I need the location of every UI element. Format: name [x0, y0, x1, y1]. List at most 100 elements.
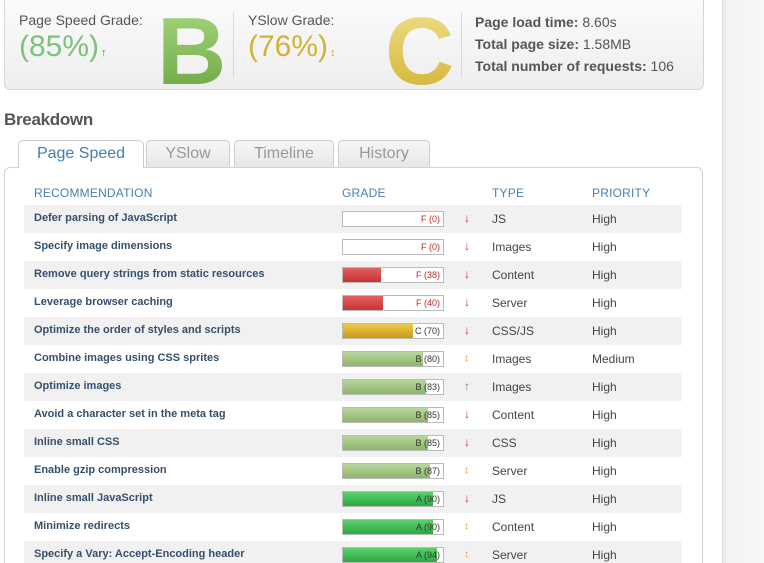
- grade-bar: A (94): [342, 547, 444, 563]
- priority-cell: Medium: [592, 352, 635, 366]
- grade-bar: F (40): [342, 295, 444, 311]
- recommendation-text[interactable]: Minimize redirects: [34, 520, 130, 532]
- grade-bar: B (85): [342, 407, 444, 423]
- stat-value: 1.58MB: [582, 36, 632, 52]
- grade-bar: A (90): [342, 519, 444, 535]
- priority-cell: High: [592, 436, 617, 450]
- column-header-priority[interactable]: PRIORITY: [592, 186, 650, 200]
- up-arrow-icon: ↑: [464, 379, 470, 393]
- priority-cell: High: [592, 380, 617, 394]
- grade-bar: F (38): [342, 267, 444, 283]
- grade-bar: B (80): [342, 351, 444, 367]
- grade-bar-fill: [343, 324, 413, 338]
- grade-label: F (0): [421, 242, 440, 252]
- stat-label: Total page size:: [475, 36, 579, 52]
- grade-label: F (40): [415, 298, 440, 308]
- up-down-arrow-icon: ↕: [464, 465, 469, 476]
- column-header-type[interactable]: TYPE: [492, 186, 524, 200]
- recommendation-text[interactable]: Optimize images: [34, 380, 121, 392]
- down-arrow-icon: ↓: [464, 267, 470, 281]
- table-row[interactable]: Specify image dimensions F (0) ↓ Images High: [24, 233, 682, 261]
- table-row[interactable]: Remove query strings from static resourc…: [24, 261, 682, 289]
- tab-timeline[interactable]: Timeline: [234, 140, 334, 167]
- column-header-recommendation[interactable]: RECOMMENDATION: [34, 186, 153, 200]
- breakdown-title: Breakdown: [4, 110, 93, 129]
- type-cell: Content: [492, 408, 535, 422]
- table-row[interactable]: Optimize the order of styles and scripts…: [24, 317, 682, 345]
- priority-cell: High: [592, 548, 617, 562]
- tab-history[interactable]: History: [338, 140, 430, 167]
- up-down-arrow-icon: ↕: [464, 549, 469, 560]
- type-cell: Images: [492, 380, 532, 394]
- grade-bar: F (0): [342, 239, 444, 255]
- pagespeed-grade-block: Page Speed Grade: (85%) ↑ B: [5, 0, 235, 100]
- table-row[interactable]: Inline small JavaScript A (90) ↓ JS High: [24, 485, 682, 513]
- stat-load-time: Page load time: 8.60s: [475, 14, 617, 30]
- yslow-percent-text: (76%): [248, 30, 329, 63]
- pagespeed-percent-text: (85%): [19, 30, 100, 63]
- grade-label: B (87): [415, 466, 440, 476]
- page-scroll-gutter: [722, 0, 764, 563]
- down-arrow-icon: ↓: [464, 407, 470, 421]
- grade-label: B (80): [415, 354, 440, 364]
- type-cell: CSS/JS: [492, 324, 535, 338]
- table-row[interactable]: Leverage browser caching F (40) ↓ Server Hig…: [24, 289, 682, 317]
- table-row[interactable]: Optimize images B (83) ↑ Images High: [24, 373, 682, 401]
- priority-cell: High: [592, 408, 617, 422]
- type-cell: JS: [492, 492, 507, 506]
- priority-cell: High: [592, 492, 617, 506]
- priority-cell: High: [592, 268, 617, 282]
- grade-bar-fill: [343, 296, 383, 310]
- pagespeed-grade-letter: B: [157, 0, 227, 105]
- table-row[interactable]: Specify a Vary: Accept-Encoding header A …: [24, 541, 682, 563]
- tab-yslow[interactable]: YSlow: [146, 140, 230, 167]
- pagespeed-grade-label: Page Speed Grade:: [19, 12, 143, 28]
- table-row[interactable]: Avoid a character set in the meta tag B (…: [24, 401, 682, 429]
- grade-bar: F (0): [342, 211, 444, 227]
- summary-divider: [461, 12, 462, 78]
- grade-label: F (38): [415, 270, 440, 280]
- recommendation-text[interactable]: Defer parsing of JavaScript: [34, 212, 177, 224]
- up-down-arrow-icon: ↕: [330, 47, 336, 59]
- stat-label: Total number of requests:: [475, 58, 647, 74]
- recommendation-text[interactable]: Specify a Vary: Accept-Encoding header: [34, 548, 245, 560]
- table-row[interactable]: Enable gzip compression B (87) ↕ Server High: [24, 457, 682, 485]
- recommendation-text[interactable]: Remove query strings from static resourc…: [34, 268, 264, 280]
- down-arrow-icon: ↓: [464, 295, 470, 309]
- recommendation-text[interactable]: Specify image dimensions: [34, 240, 172, 252]
- down-arrow-icon: ↓: [464, 239, 470, 253]
- stat-page-size: Total page size: 1.58MB: [475, 36, 631, 52]
- table-row[interactable]: Minimize redirects A (90) ↕ Content High: [24, 513, 682, 541]
- column-header-grade[interactable]: GRADE: [342, 186, 386, 200]
- tab-page-speed[interactable]: Page Speed: [18, 140, 144, 168]
- grade-bar: C (70): [342, 323, 444, 339]
- grade-bar: B (87): [342, 463, 444, 479]
- recommendation-text[interactable]: Optimize the order of styles and scripts: [34, 324, 241, 336]
- table-row[interactable]: Defer parsing of JavaScript F (0) ↓ JS High: [24, 205, 682, 233]
- table-row[interactable]: Inline small CSS B (85) ↓ CSS High: [24, 429, 682, 457]
- type-cell: Images: [492, 352, 532, 366]
- grade-label: B (85): [415, 438, 440, 448]
- recommendation-text[interactable]: Inline small CSS: [34, 436, 120, 448]
- down-arrow-icon: ↓: [464, 323, 470, 337]
- type-cell: Server: [492, 296, 528, 310]
- grade-bar: A (90): [342, 491, 444, 507]
- priority-cell: High: [592, 324, 617, 338]
- recommendation-text[interactable]: Inline small JavaScript: [34, 492, 153, 504]
- up-down-arrow-icon: ↕: [464, 353, 469, 364]
- table-row[interactable]: Combine images using CSS sprites B (80) ↕ I…: [24, 345, 682, 373]
- type-cell: Content: [492, 268, 535, 282]
- stat-value: 8.60s: [582, 14, 617, 30]
- grade-summary: Page Speed Grade: (85%) ↑ B YSlow Grade: …: [4, 0, 704, 100]
- recommendation-text[interactable]: Leverage browser caching: [34, 296, 173, 308]
- grade-label: A (94): [415, 550, 440, 560]
- recommendation-text[interactable]: Combine images using CSS sprites: [34, 352, 219, 364]
- stat-value: 106: [650, 58, 674, 74]
- grade-bar: B (85): [342, 435, 444, 451]
- stat-label: Page load time:: [475, 14, 579, 30]
- recommendation-text[interactable]: Enable gzip compression: [34, 464, 167, 476]
- grade-bar: B (83): [342, 379, 444, 395]
- type-cell: Images: [492, 240, 532, 254]
- type-cell: Server: [492, 548, 528, 562]
- recommendation-text[interactable]: Avoid a character set in the meta tag: [34, 408, 226, 420]
